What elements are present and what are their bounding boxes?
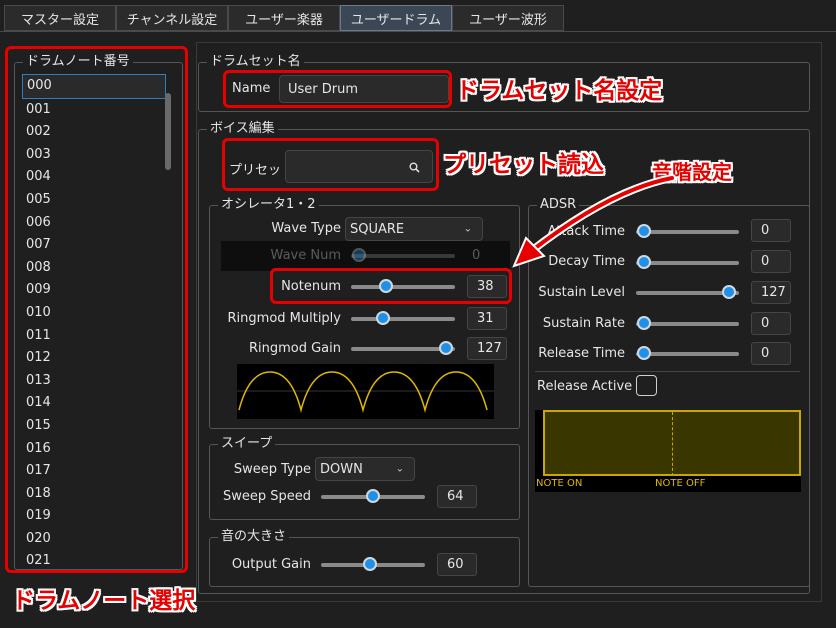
sweep-type-value: DOWN (320, 461, 363, 477)
annotation-drumset-name: ドラムセット名設定 (456, 78, 663, 104)
release-active-label: Release Active (537, 379, 633, 394)
release-active-checkbox[interactable] (636, 375, 657, 396)
attack-time-field[interactable]: 0 (751, 219, 791, 242)
ringmod-gain-field[interactable]: 127 (467, 337, 507, 360)
oscillator-title: オシレータ1・2 (218, 197, 319, 213)
sweep-group: スイープ (209, 436, 520, 520)
waveform-graph (237, 371, 494, 413)
wave-num-slider (351, 254, 455, 258)
wave-num-value: 0 (472, 248, 481, 263)
sustain-rate-value: 0 (761, 316, 770, 331)
ringmod-multiply-thumb[interactable] (376, 311, 390, 325)
sweep-speed-label: Sweep Speed (222, 489, 311, 504)
wave-type-value: SQUARE (350, 221, 405, 237)
voice-edit-title: ボイス編集 (207, 121, 278, 137)
sweep-speed-field[interactable]: 64 (437, 485, 477, 508)
sustain-rate-slider[interactable] (636, 322, 739, 326)
chevron-down-icon: ⌄ (463, 223, 472, 235)
sustain-level-thumb[interactable] (722, 285, 736, 299)
sustain-rate-field[interactable]: 0 (751, 312, 791, 335)
output-gain-value: 60 (447, 557, 464, 572)
ringmod-multiply-field[interactable]: 31 (467, 307, 507, 330)
tab-user-waveform[interactable]: ユーザー波形 (452, 5, 564, 31)
release-time-label: Release Time (538, 346, 625, 361)
release-time-thumb[interactable] (637, 346, 651, 360)
output-gain-field[interactable]: 60 (437, 553, 477, 576)
ringmod-gain-value: 127 (477, 341, 502, 356)
decay-time-field[interactable]: 0 (751, 250, 791, 273)
tab-master[interactable]: マスター設定 (4, 5, 116, 31)
sweep-speed-value: 64 (447, 489, 464, 504)
annotation-box-preset (222, 138, 439, 191)
note-off-marker (672, 412, 673, 476)
envelope-preview: NOTE ON NOTE OFF (535, 410, 801, 492)
annotation-drum-note-select: ドラムノート選択 (12, 588, 196, 614)
release-time-slider[interactable] (636, 352, 739, 356)
annotation-arrow (512, 174, 676, 268)
note-on-label: NOTE ON (536, 478, 583, 489)
sustain-level-value: 127 (761, 285, 786, 300)
ringmod-gain-label: Ringmod Gain (248, 341, 341, 356)
sweep-title: スイープ (218, 436, 276, 452)
volume-title: 音の大きさ (218, 529, 290, 545)
tab-divider (0, 31, 836, 32)
tab-channel[interactable]: チャンネル設定 (116, 5, 228, 31)
wave-num-thumb (352, 248, 366, 262)
adsr-divider (535, 371, 800, 372)
wave-type-select[interactable]: SQUARE ⌄ (345, 217, 483, 241)
release-time-field[interactable]: 0 (751, 342, 791, 365)
ringmod-gain-thumb[interactable] (439, 341, 453, 355)
sustain-rate-thumb[interactable] (637, 316, 651, 330)
waveform-preview (237, 364, 494, 419)
ringmod-multiply-label: Ringmod Multiply (227, 311, 341, 326)
tab-user-drum[interactable]: ユーザードラム (340, 5, 452, 31)
release-time-value: 0 (761, 346, 770, 361)
sweep-type-select[interactable]: DOWN ⌄ (315, 457, 415, 481)
annotation-box-notenum (270, 268, 512, 304)
sustain-level-label: Sustain Level (538, 285, 625, 300)
ringmod-multiply-slider[interactable] (351, 317, 455, 321)
attack-time-value: 0 (761, 223, 770, 238)
annotation-box-drum-list (5, 46, 188, 573)
sweep-speed-thumb[interactable] (366, 489, 380, 503)
output-gain-thumb[interactable] (363, 557, 377, 571)
ringmod-multiply-value: 31 (477, 311, 494, 326)
wave-type-label: Wave Type (271, 221, 341, 236)
sustain-level-field[interactable]: 127 (751, 281, 791, 304)
sweep-type-label: Sweep Type (233, 462, 311, 477)
wave-num-label: Wave Num (270, 248, 341, 263)
chevron-down-icon: ⌄ (395, 463, 404, 475)
decay-time-value: 0 (761, 254, 770, 269)
tab-user-instrument[interactable]: ユーザー楽器 (228, 5, 340, 31)
output-gain-label: Output Gain (231, 557, 311, 572)
annotation-box-drumset-name (223, 70, 452, 108)
sustain-rate-label: Sustain Rate (542, 316, 625, 331)
drumset-name-title: ドラムセット名 (207, 54, 304, 70)
note-off-label: NOTE OFF (655, 478, 706, 489)
